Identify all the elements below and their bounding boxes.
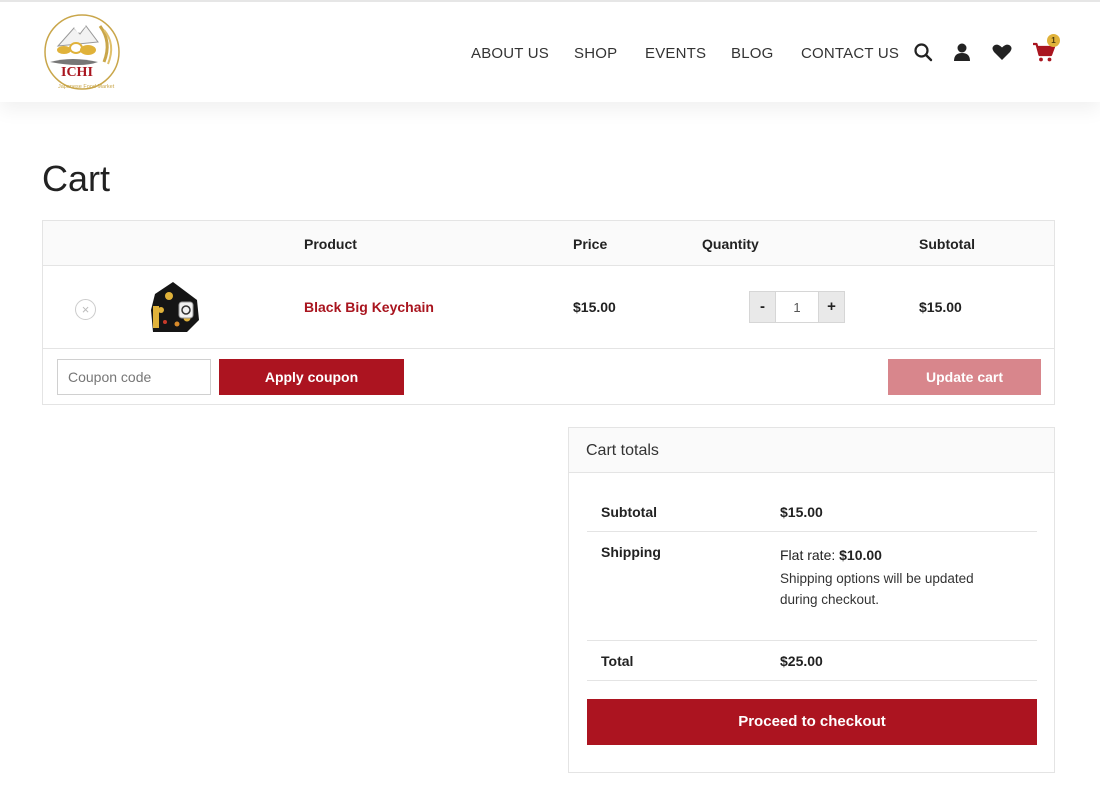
nav-contact-us[interactable]: CONTACT US: [801, 45, 899, 62]
nav-about-us[interactable]: ABOUT US: [471, 45, 549, 62]
cart-table-header: Product Price Quantity Subtotal: [43, 221, 1054, 266]
nav-blog[interactable]: BLOG: [731, 45, 773, 62]
apply-coupon-button[interactable]: Apply coupon: [219, 359, 404, 395]
cart-table: Product Price Quantity Subtotal × Black …: [42, 220, 1055, 405]
quantity-decrease-button[interactable]: -: [750, 292, 776, 322]
product-price: $15.00: [573, 299, 616, 315]
cart-item-row: × Black Big Keychain $15.00 - + $15.00: [43, 266, 1054, 349]
wishlist-icon[interactable]: [991, 41, 1013, 63]
logo-subtext: Japanese Food Market: [58, 84, 115, 90]
column-subtotal: Subtotal: [919, 236, 975, 252]
totals-subtotal-label: Subtotal: [601, 504, 657, 520]
cart-totals-title: Cart totals: [586, 442, 659, 459]
product-subtotal: $15.00: [919, 299, 962, 315]
totals-subtotal-value: $15.00: [780, 504, 823, 520]
page-title: Cart: [42, 158, 111, 199]
totals-total-label: Total: [601, 653, 634, 669]
product-name-link[interactable]: Black Big Keychain: [304, 299, 434, 315]
shipping-rate: Flat rate: $10.00: [780, 547, 882, 563]
ichi-logo[interactable]: ICHI Japanese Food Market: [42, 12, 122, 96]
quantity-increase-button[interactable]: +: [818, 292, 844, 322]
quantity-input[interactable]: [776, 292, 818, 322]
remove-item-button[interactable]: ×: [75, 299, 96, 320]
cart-totals-panel: Cart totals Subtotal $15.00 Shipping Fla…: [568, 427, 1055, 773]
search-icon[interactable]: [912, 41, 934, 63]
divider: [587, 680, 1037, 681]
column-quantity: Quantity: [702, 236, 759, 252]
column-price: Price: [573, 236, 608, 252]
quantity-stepper: - +: [749, 291, 845, 323]
totals-total-value: $25.00: [780, 653, 823, 669]
product-thumbnail[interactable]: [147, 280, 203, 334]
totals-shipping-label: Shipping: [601, 544, 661, 560]
proceed-to-checkout-button[interactable]: Proceed to checkout: [587, 699, 1037, 745]
nav-events[interactable]: EVENTS: [645, 45, 706, 62]
divider: [587, 640, 1037, 641]
update-cart-button[interactable]: Update cart: [888, 359, 1041, 395]
site-header: ICHI Japanese Food Market ABOUT US SHOP …: [0, 0, 1100, 102]
divider: [587, 531, 1037, 532]
nav-shop[interactable]: SHOP: [574, 45, 617, 62]
cart-totals-header: Cart totals: [569, 428, 1054, 473]
cart-count-badge: 1: [1047, 34, 1060, 47]
shipping-rate-amount: $10.00: [839, 547, 882, 563]
column-product: Product: [304, 236, 357, 252]
shipping-rate-prefix: Flat rate:: [780, 547, 840, 563]
logo-text: ICHI: [61, 65, 93, 80]
coupon-code-input[interactable]: [57, 359, 211, 395]
account-icon[interactable]: [951, 41, 973, 63]
shipping-note: Shipping options will be updated during …: [780, 571, 974, 607]
